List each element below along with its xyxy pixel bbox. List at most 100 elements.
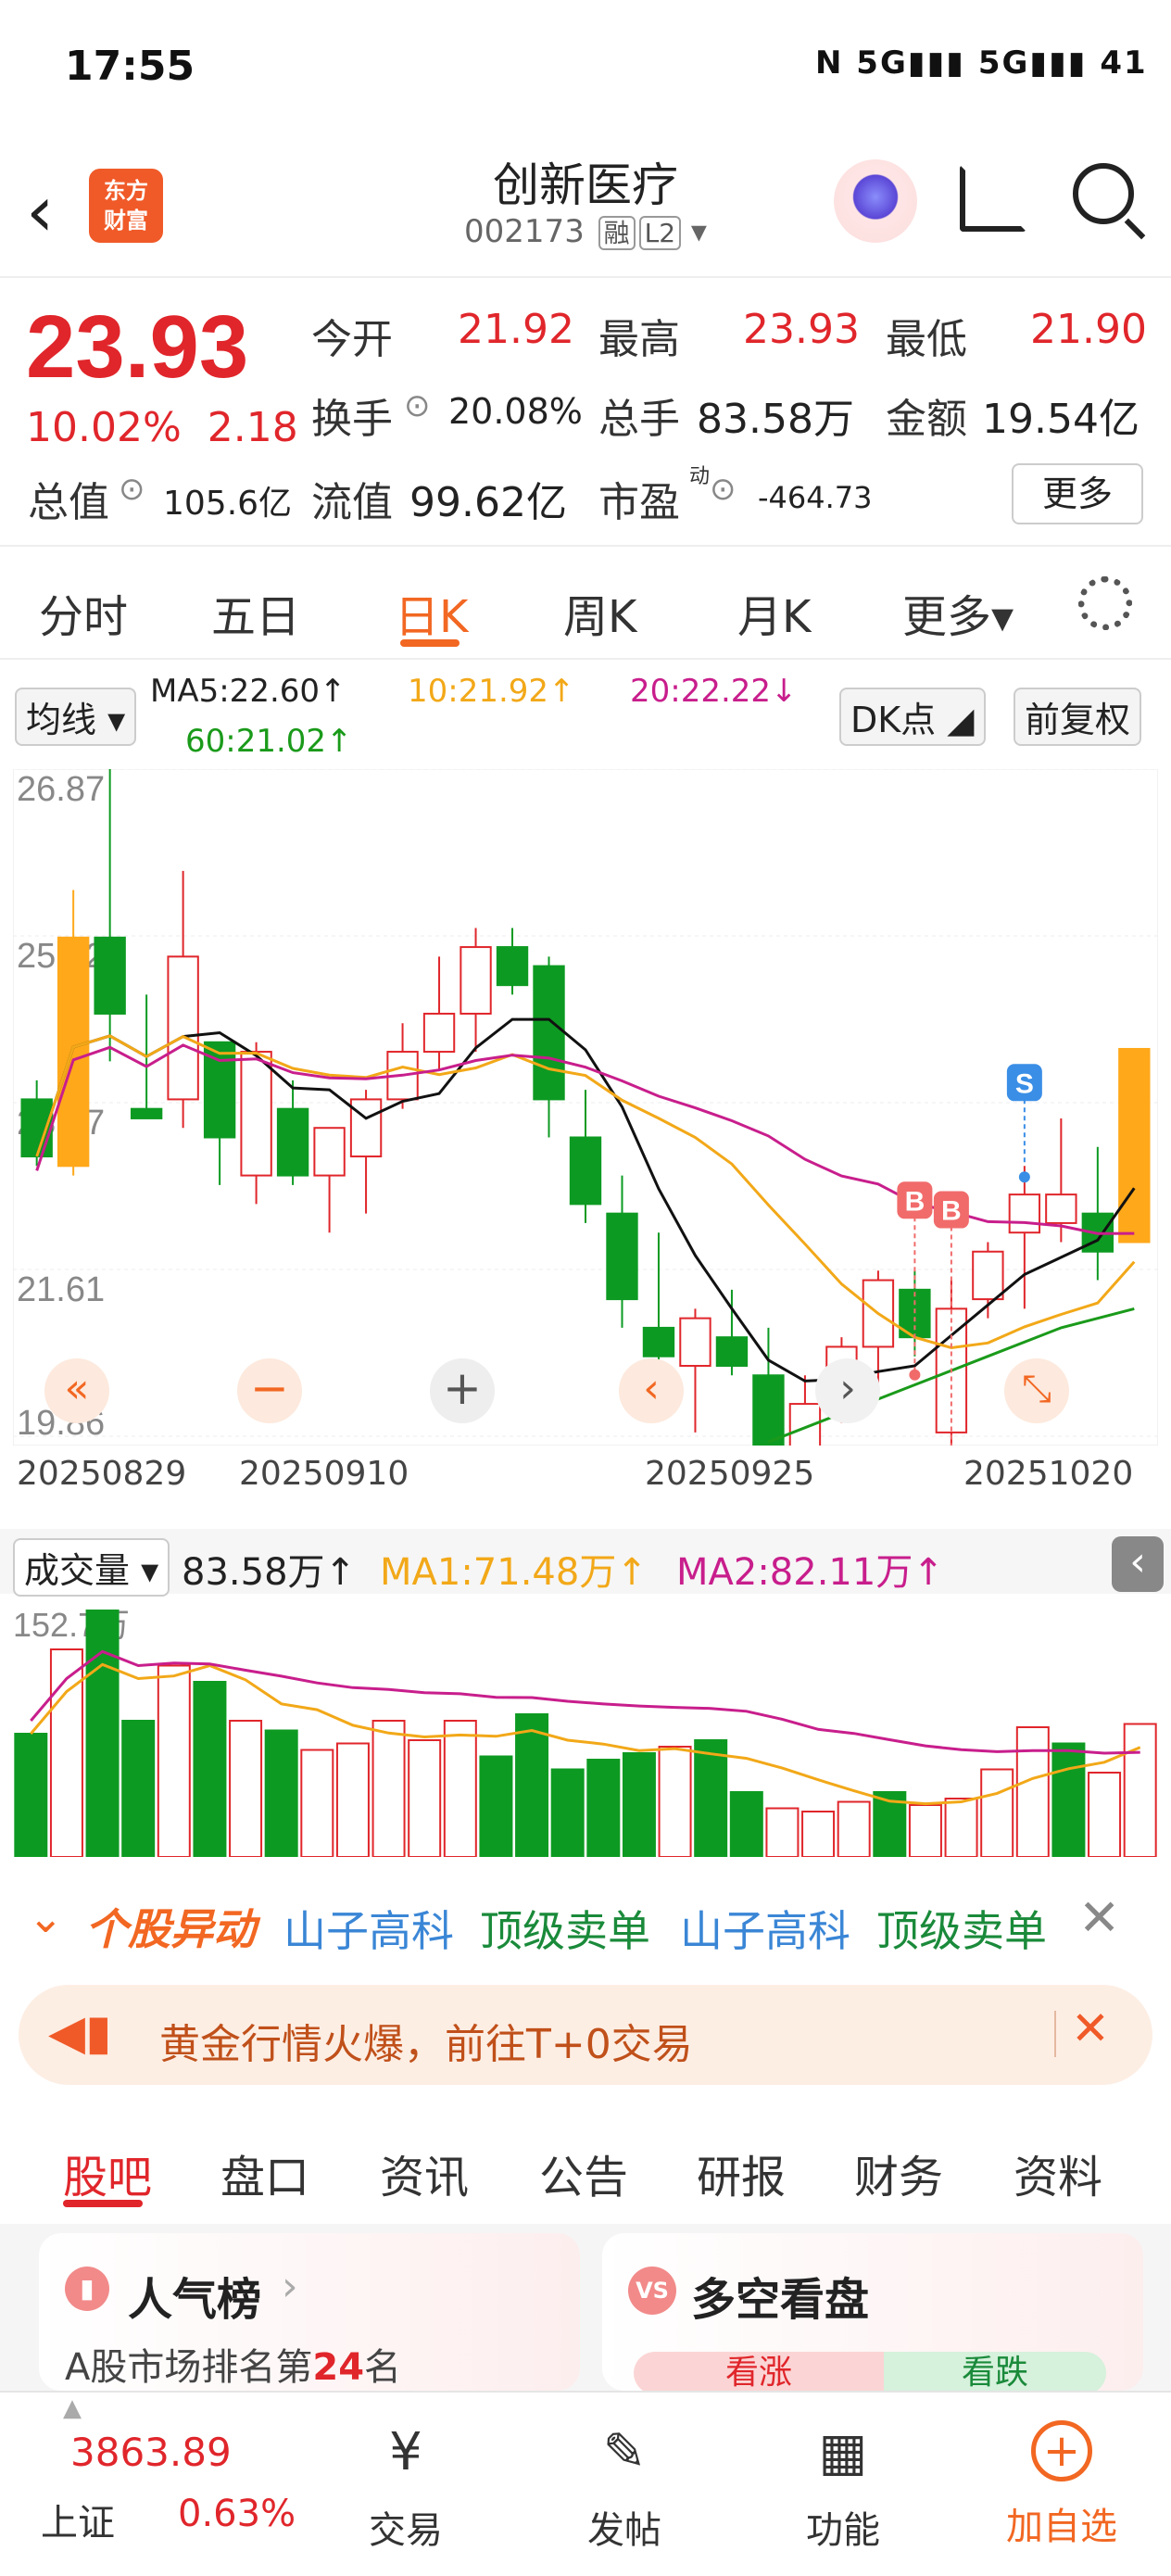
volume-bar: [157, 1664, 191, 1857]
candle-body: [422, 1012, 456, 1054]
collapse-icon[interactable]: ‹: [1112, 1536, 1164, 1592]
tab-news[interactable]: 资讯: [380, 2140, 469, 2205]
ma20-value: 20:22.22↓: [630, 673, 798, 710]
volume-bar: [658, 1746, 692, 1857]
more-button[interactable]: 更多: [1012, 463, 1143, 524]
marker-label: B: [941, 1196, 962, 1227]
volume-select-button[interactable]: 成交量 ▾: [13, 1538, 170, 1597]
volume-bar: [694, 1739, 728, 1857]
alert-title: 个股异动: [85, 1904, 256, 1954]
tab-financials[interactable]: 财务: [854, 2140, 943, 2205]
close-icon[interactable]: ✕: [1071, 2001, 1110, 2055]
alert-stock[interactable]: 山子高科: [680, 1898, 850, 1959]
header: ‹ 东方 财富 创新医疗 002173 融 L2 ▾: [0, 139, 1171, 278]
ma-select-label: 均线: [26, 700, 97, 740]
turnover-label: 换手: [311, 396, 393, 443]
dropdown-icon: ▾: [690, 213, 707, 250]
rank-text: A股市场排名第24名: [65, 2337, 401, 2391]
high-value: 23.93: [743, 306, 860, 353]
tab-daily-k[interactable]: 日K: [395, 580, 468, 645]
l2-tag: L2: [638, 216, 682, 250]
mcap-label: 总值: [28, 479, 109, 526]
volume-bar: [300, 1749, 334, 1857]
vs-icon: VS: [628, 2267, 676, 2315]
volume-bar: [14, 1733, 48, 1857]
promo-banner[interactable]: ◀▮ 黄金行情火爆，前往T+0交易 ✕: [19, 1985, 1152, 2085]
popularity-card[interactable]: ▮ 人气榜 › A股市场排名第24名: [39, 2233, 580, 2391]
adjust-button[interactable]: 前复权: [1014, 688, 1142, 746]
volume-bar: [944, 1798, 978, 1857]
volume-bar: [1088, 1772, 1122, 1857]
tab-forum[interactable]: 股吧: [63, 2140, 152, 2205]
volume-value: 83.58万: [697, 396, 854, 443]
alert-stock[interactable]: 山子高科: [283, 1898, 454, 1959]
index-name[interactable]: 上证: [41, 2493, 115, 2546]
rank-prefix: A股市场排名第: [65, 2346, 313, 2389]
assistant-robot-icon[interactable]: [834, 159, 917, 243]
volume-panel: 成交量 ▾ 83.58万↑ MA1:71.48万↑ MA2:82.11万↑ ‹ …: [0, 1529, 1171, 1863]
tab-orderbook[interactable]: 盘口: [220, 2140, 309, 2205]
quote-panel: 23.93 10.02% 2.18 今开 21.92 最高 23.93 最低 2…: [0, 278, 1171, 547]
zoom-out-icon[interactable]: −: [237, 1358, 302, 1423]
tab-research[interactable]: 研报: [697, 2140, 786, 2205]
bull-bear-card[interactable]: VS 多空看盘 看涨 看跌: [602, 2233, 1143, 2394]
divider: [0, 545, 1171, 547]
ma-select-button[interactable]: 均线 ▾: [15, 688, 137, 746]
volume-bar: [193, 1681, 227, 1857]
search-icon[interactable]: [1073, 163, 1134, 224]
edit-icon: ✎: [602, 2422, 647, 2482]
nav-post[interactable]: ✎ 发帖: [569, 2420, 680, 2554]
rewind-icon[interactable]: «: [44, 1358, 109, 1423]
pe-value: -464.73: [758, 480, 873, 515]
marker-label: S: [1015, 1068, 1034, 1099]
volume-bar: [1123, 1723, 1157, 1857]
info-icon[interactable]: ⊙: [710, 471, 737, 508]
gear-icon[interactable]: [1078, 576, 1132, 630]
grid-icon: ▦: [818, 2422, 868, 2482]
candle-body: [679, 1317, 711, 1367]
candle-body: [240, 1051, 272, 1177]
tab-monthly-k[interactable]: 月K: [737, 580, 811, 645]
nav-trade-label: 交易: [369, 2509, 443, 2552]
vol-ma1: MA1:71.48万↑: [380, 1551, 648, 1594]
alert-type: 顶级卖单: [480, 1906, 650, 1956]
candle-body: [460, 946, 492, 1015]
open-label: 今开: [311, 316, 393, 363]
info-icon[interactable]: ⊙: [404, 387, 431, 424]
tab-announcements[interactable]: 公告: [539, 2140, 628, 2205]
megaphone-icon: ◀▮: [48, 2005, 112, 2061]
candle-body: [167, 955, 199, 1101]
tab-more[interactable]: 更多▾: [902, 580, 1014, 645]
close-icon[interactable]: ✕: [1078, 1888, 1120, 1947]
change-value: 2.18: [207, 404, 298, 451]
nav-trade[interactable]: ¥ 交易: [350, 2420, 461, 2554]
index-value[interactable]: 3863.89: [70, 2430, 232, 2475]
nav-add-watchlist[interactable]: + 加自选: [988, 2420, 1136, 2550]
zoom-in-icon[interactable]: +: [430, 1358, 495, 1423]
prev-icon[interactable]: ‹: [619, 1358, 684, 1423]
vol-ma2: MA2:82.11万↑: [676, 1551, 944, 1594]
ma-legend: 均线 ▾ MA5:22.60↑ 10:21.92↑ 20:22.22↓ 60:2…: [0, 660, 1171, 771]
fullscreen-icon[interactable]: ⤡: [1004, 1358, 1069, 1423]
chevron-down-icon[interactable]: ⌄: [28, 1892, 64, 1942]
y-tick-label: 26.87: [17, 770, 105, 809]
rise-button[interactable]: 看涨: [634, 2352, 884, 2394]
tab-profile[interactable]: 资料: [1014, 2140, 1102, 2205]
dk-point-button[interactable]: DK点 ◢: [839, 688, 986, 746]
tab-intraday[interactable]: 分时: [39, 580, 128, 645]
volume-bar: [479, 1755, 513, 1857]
share-icon[interactable]: [960, 165, 1026, 232]
last-price: 23.93: [26, 297, 249, 397]
fall-button[interactable]: 看跌: [884, 2352, 1106, 2394]
stock-alert-row[interactable]: ⌄ 个股异动 山子高科 顶级卖单 山子高科 顶级卖单 ✕: [0, 1872, 1171, 1964]
tab-weekly-k[interactable]: 周K: [563, 580, 636, 645]
banner-divider: [1054, 2011, 1056, 2057]
next-icon[interactable]: ›: [815, 1358, 880, 1423]
nav-function[interactable]: ▦ 功能: [787, 2420, 899, 2554]
tab-5day[interactable]: 五日: [211, 580, 300, 645]
candlestick-chart[interactable]: 26.8725.1223.3721.6119.86BBS: [13, 769, 1158, 1446]
mcap-value: 105.6亿: [163, 485, 293, 523]
stock-code: 002173: [464, 213, 585, 250]
index-pct: 0.63%: [178, 2493, 296, 2535]
info-icon[interactable]: ⊙: [119, 471, 145, 508]
